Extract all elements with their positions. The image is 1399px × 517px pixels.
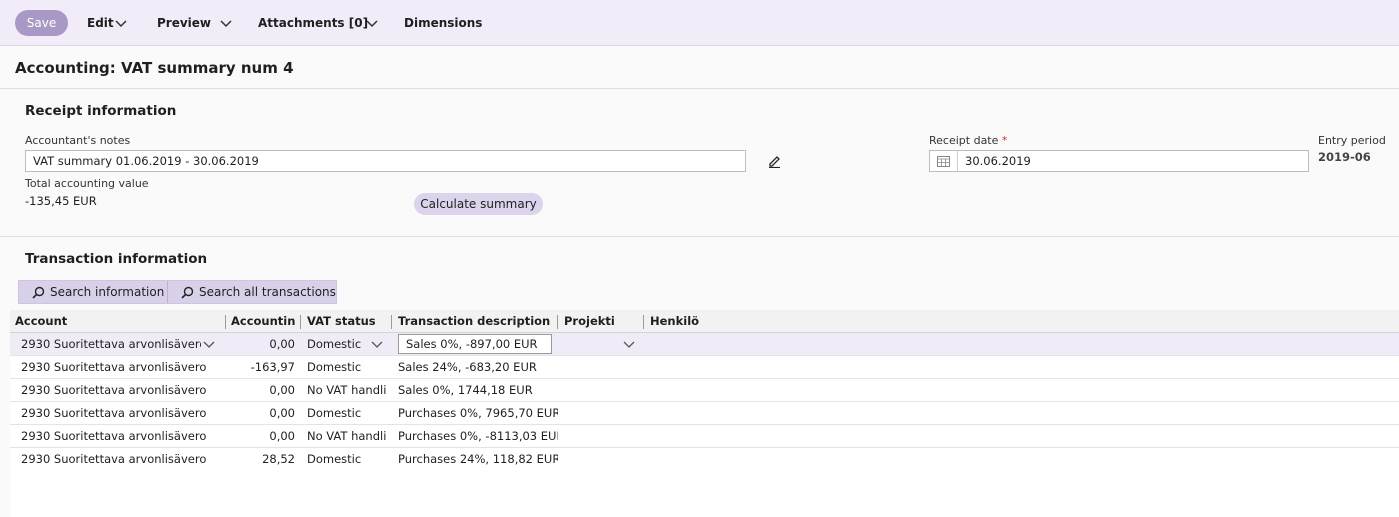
column-header-vat-status[interactable]: VAT status bbox=[307, 310, 387, 332]
transaction-grid-header: Account Accounting VAT status Transactio… bbox=[10, 310, 1399, 333]
transaction-description-cell[interactable]: Purchases 0%, 7965,70 EUR bbox=[398, 402, 558, 424]
column-resizer[interactable] bbox=[557, 315, 558, 329]
preview-menu[interactable]: Preview bbox=[157, 0, 211, 46]
account-cell[interactable]: 2930 Suoritettava arvonlisävero bbox=[21, 379, 216, 401]
entry-period-label: Entry period bbox=[1318, 134, 1386, 147]
receipt-date-label: Receipt date * bbox=[929, 134, 1007, 147]
notes-label: Accountant's notes bbox=[25, 134, 131, 147]
chevron-down-icon[interactable] bbox=[202, 337, 216, 351]
edit-menu[interactable]: Edit bbox=[87, 0, 114, 46]
notes-field[interactable]: VAT summary 01.06.2019 - 30.06.2019 bbox=[25, 150, 746, 172]
chevron-down-icon[interactable] bbox=[622, 337, 636, 351]
column-header-transaction-description[interactable]: Transaction description bbox=[398, 310, 558, 332]
transaction-section-title: Transaction information bbox=[25, 251, 208, 267]
table-row[interactable]: 2930 Suoritettava arvonlisävero 28,52 Do… bbox=[10, 448, 1399, 471]
column-resizer[interactable] bbox=[643, 315, 644, 329]
vat-status-cell[interactable]: No VAT handling bbox=[307, 379, 387, 401]
table-row[interactable]: 2930 Suoritettava arvonlisävero 0,00 No … bbox=[10, 379, 1399, 402]
column-resizer[interactable] bbox=[225, 315, 226, 329]
save-button[interactable]: Save bbox=[15, 10, 68, 36]
search-all-transactions-button[interactable]: Search all transactions bbox=[168, 281, 338, 303]
accounting-cell[interactable]: 0,00 bbox=[225, 425, 295, 447]
receipt-date-label-text: Receipt date bbox=[929, 134, 999, 147]
transaction-grid: 2930 Suoritettava arvonlisävero 0,00 Dom… bbox=[10, 333, 1399, 517]
accounting-cell[interactable]: 0,00 bbox=[225, 402, 295, 424]
vat-status-cell[interactable]: Domestic bbox=[307, 448, 387, 470]
accounting-cell[interactable]: 0,00 bbox=[225, 333, 295, 355]
calendar-button[interactable] bbox=[930, 151, 958, 171]
search-icon bbox=[32, 286, 45, 299]
chevron-down-icon[interactable] bbox=[114, 16, 128, 30]
account-cell[interactable]: 2930 Suoritettava arvonlisävero bbox=[21, 425, 216, 447]
search-all-transactions-label: Search all transactions bbox=[199, 285, 336, 299]
page-title: Accounting: VAT summary num 4 bbox=[15, 59, 294, 77]
account-cell[interactable]: 2930 Suoritettava arvonlisävero bbox=[21, 448, 216, 470]
receipt-section-title: Receipt information bbox=[25, 103, 177, 119]
chevron-down-icon[interactable] bbox=[370, 337, 384, 351]
column-resizer[interactable] bbox=[300, 315, 301, 329]
entry-period-value: 2019-06 bbox=[1318, 150, 1371, 164]
accounting-cell[interactable]: -163,97 bbox=[225, 356, 295, 378]
divider bbox=[0, 236, 1399, 237]
search-bar: Search information Search all transactio… bbox=[18, 280, 337, 304]
calendar-icon bbox=[937, 156, 950, 167]
table-row[interactable]: 2930 Suoritettava arvonlisävero 0,00 Dom… bbox=[10, 402, 1399, 425]
divider bbox=[0, 88, 1399, 89]
transaction-description-cell[interactable]: Sales 0%, 1744,18 EUR bbox=[398, 379, 558, 401]
transaction-description-cell[interactable]: Sales 24%, -683,20 EUR bbox=[398, 356, 558, 378]
total-value: -135,45 EUR bbox=[25, 194, 97, 208]
search-information-label: Search information bbox=[50, 285, 165, 299]
column-header-projekti[interactable]: Projekti bbox=[564, 310, 644, 332]
account-cell[interactable]: 2930 Suoritettava arvonlisävero bbox=[21, 333, 201, 355]
transaction-description-cell[interactable]: Purchases 24%, 118,82 EUR bbox=[398, 448, 558, 470]
table-row[interactable]: 2930 Suoritettava arvonlisävero -163,97 … bbox=[10, 356, 1399, 379]
vat-status-cell[interactable]: Domestic bbox=[307, 333, 369, 355]
pencil-icon[interactable] bbox=[767, 153, 782, 168]
receipt-date-field[interactable]: 30.06.2019 bbox=[929, 150, 1309, 172]
search-information-button[interactable]: Search information bbox=[19, 281, 167, 303]
vat-status-cell[interactable]: Domestic bbox=[307, 402, 387, 424]
vat-status-cell[interactable]: No VAT handling bbox=[307, 425, 387, 447]
toolbar: Save Edit Preview Attachments [0] Dimens… bbox=[0, 0, 1399, 46]
receipt-date-value: 30.06.2019 bbox=[965, 154, 1031, 168]
transaction-description-cell[interactable]: Purchases 0%, -8113,03 EUR bbox=[398, 425, 558, 447]
chevron-down-icon[interactable] bbox=[365, 16, 379, 30]
calculate-summary-button[interactable]: Calculate summary bbox=[414, 193, 543, 215]
column-header-account[interactable]: Account bbox=[15, 310, 220, 332]
table-row[interactable]: 2930 Suoritettava arvonlisävero 0,00 Dom… bbox=[10, 333, 1399, 356]
column-resizer[interactable] bbox=[391, 315, 392, 329]
column-header-henkilo[interactable]: Henkilö bbox=[650, 310, 730, 332]
required-marker: * bbox=[1001, 134, 1008, 147]
total-label: Total accounting value bbox=[25, 177, 149, 190]
transaction-description-input[interactable]: Sales 0%, -897,00 EUR bbox=[398, 334, 552, 354]
vat-status-cell[interactable]: Domestic bbox=[307, 356, 387, 378]
search-icon bbox=[181, 286, 194, 299]
attachments-menu[interactable]: Attachments [0] bbox=[258, 0, 368, 46]
chevron-down-icon[interactable] bbox=[219, 16, 233, 30]
table-row[interactable]: 2930 Suoritettava arvonlisävero 0,00 No … bbox=[10, 425, 1399, 448]
dimensions-menu[interactable]: Dimensions bbox=[404, 0, 482, 46]
column-header-accounting[interactable]: Accounting bbox=[231, 310, 295, 332]
account-cell[interactable]: 2930 Suoritettava arvonlisävero bbox=[21, 356, 216, 378]
accounting-cell[interactable]: 0,00 bbox=[225, 379, 295, 401]
account-cell[interactable]: 2930 Suoritettava arvonlisävero bbox=[21, 402, 216, 424]
accounting-cell[interactable]: 28,52 bbox=[225, 448, 295, 470]
